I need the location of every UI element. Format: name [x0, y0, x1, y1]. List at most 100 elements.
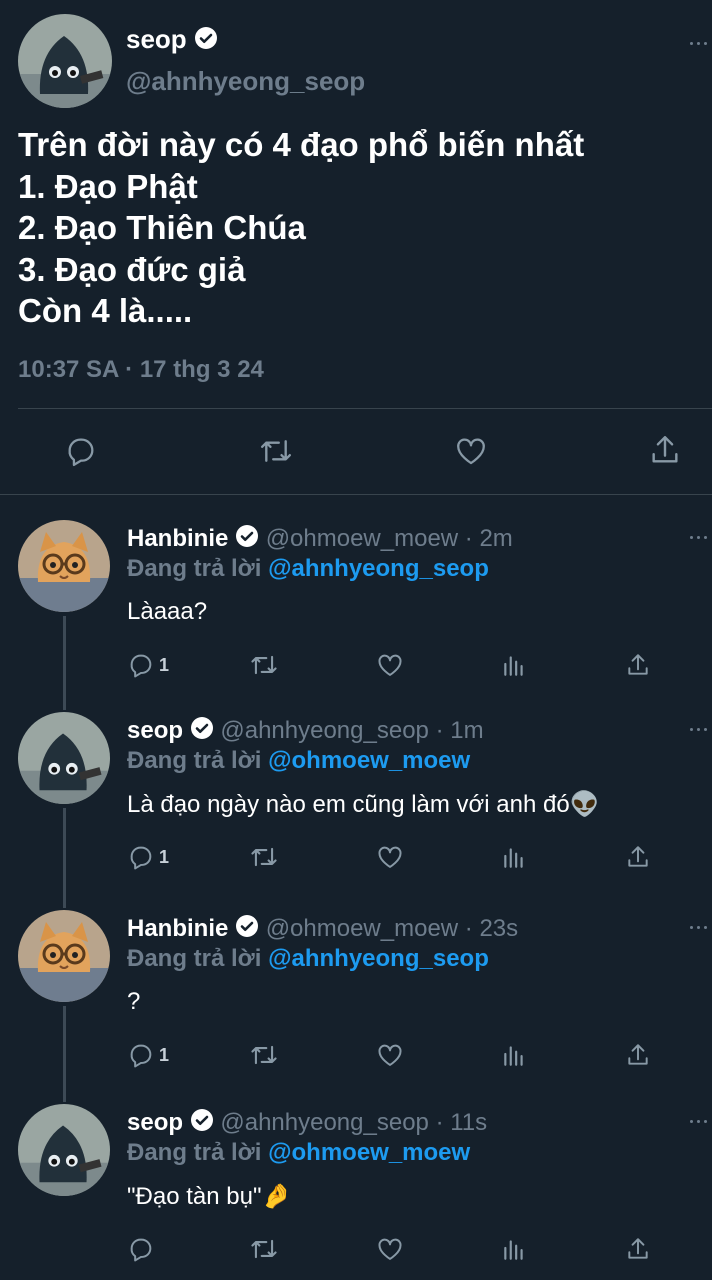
thread-line — [63, 808, 66, 908]
replying-to-label: Đang trả lời — [127, 555, 269, 582]
replying-to-label: Đang trả lời — [127, 945, 269, 972]
bar-chart-icon — [501, 844, 527, 870]
main-author-handle[interactable]: @ahnhyeong_seop — [126, 66, 365, 97]
more-dots-icon[interactable] — [690, 728, 710, 734]
reply-button[interactable]: 1 — [127, 650, 169, 680]
reply-count: 1 — [159, 1044, 170, 1065]
retweet-icon — [260, 440, 292, 462]
reply-text: ? — [127, 988, 141, 1015]
more-dots-icon[interactable] — [690, 1120, 710, 1126]
main-avatar[interactable] — [18, 14, 112, 108]
main-author-name[interactable]: seop — [126, 24, 218, 57]
reply-author-handle: @ahnhyeong_seop · 11s — [220, 1108, 488, 1136]
speech-bubble-icon — [127, 843, 155, 871]
reply-author-line[interactable]: seop @ahnhyeong_seop · 1m — [127, 716, 484, 747]
share-icon — [625, 1235, 651, 1263]
more-dots-icon[interactable] — [690, 926, 710, 932]
thread-line — [63, 616, 66, 710]
heart-icon — [457, 438, 485, 465]
main-tweet-timestamp[interactable]: 10:37 SA · 17 thg 3 24 — [18, 356, 264, 384]
views-button[interactable] — [501, 1234, 527, 1264]
main-author-name-text: seop — [126, 24, 187, 54]
retweet-icon — [249, 1041, 279, 1069]
like-button[interactable] — [375, 650, 405, 680]
like-button[interactable] — [375, 842, 405, 872]
like-button[interactable] — [375, 1234, 405, 1264]
speech-bubble-icon — [127, 1041, 155, 1069]
reply-actions: 1 — [127, 842, 667, 872]
reply-avatar[interactable] — [18, 712, 110, 804]
verified-badge-icon — [190, 1108, 214, 1139]
reply-button[interactable] — [64, 434, 98, 473]
replying-to-line: Đang trả lời @ohmoew_moew — [127, 747, 470, 775]
heart-icon — [375, 1041, 405, 1069]
reply-author-handle: @ohmoew_moew · 23s — [265, 914, 519, 942]
heart-icon — [375, 1235, 405, 1263]
retweet-button[interactable] — [249, 1040, 279, 1070]
reply-text: Là đạo ngày nào em cũng làm với anh đó👽 — [127, 791, 600, 818]
more-dots-icon[interactable] — [690, 42, 710, 48]
reply-actions: 1 — [127, 650, 667, 680]
views-button[interactable] — [501, 842, 527, 872]
reply-author-name: Hanbinie — [127, 914, 229, 942]
replying-to-line: Đang trả lời @ahnhyeong_seop — [127, 945, 489, 973]
views-button[interactable] — [501, 1040, 527, 1070]
reply-actions — [127, 1234, 667, 1264]
share-icon — [625, 651, 651, 679]
verified-badge-icon — [190, 716, 214, 747]
thread-line — [63, 1006, 66, 1102]
reply-author-name: seop — [127, 716, 184, 744]
replying-to-mention[interactable]: @ohmoew_moew — [268, 1139, 470, 1166]
share-button[interactable] — [625, 1234, 651, 1264]
reply-author-line[interactable]: seop @ahnhyeong_seop · 11s — [127, 1108, 487, 1139]
replying-to-mention[interactable]: @ohmoew_moew — [268, 747, 470, 774]
speech-bubble-icon — [127, 651, 155, 679]
reply-button[interactable]: 1 — [127, 842, 169, 872]
heart-icon — [375, 651, 405, 679]
share-button[interactable] — [625, 650, 651, 680]
reply-author-handle: @ahnhyeong_seop · 1m — [220, 716, 484, 744]
share-button[interactable] — [625, 842, 651, 872]
reply-avatar[interactable] — [18, 910, 110, 1002]
more-dots-icon[interactable] — [690, 536, 710, 542]
reply-author-handle: @ohmoew_moew · 2m — [265, 524, 513, 552]
like-button[interactable] — [375, 1040, 405, 1070]
share-button[interactable] — [648, 432, 682, 473]
verified-badge-icon — [235, 524, 259, 555]
reply-author-name: seop — [127, 1108, 184, 1136]
share-icon — [625, 1041, 651, 1069]
retweet-button[interactable] — [249, 842, 279, 872]
replying-to-label: Đang trả lời — [127, 747, 269, 774]
views-button[interactable] — [501, 650, 527, 680]
retweet-button[interactable] — [249, 1234, 279, 1264]
retweet-icon — [249, 651, 279, 679]
reply-author-line[interactable]: Hanbinie @ohmoew_moew · 2m — [127, 524, 513, 555]
replying-to-mention[interactable]: @ahnhyeong_seop — [268, 945, 489, 972]
bar-chart-icon — [501, 1042, 527, 1068]
reply-button[interactable]: 1 — [127, 1040, 169, 1070]
reply-text: "Đạo tàn bụ"🤌 — [127, 1183, 292, 1210]
reply-actions: 1 — [127, 1040, 667, 1070]
replying-to-mention[interactable]: @ahnhyeong_seop — [268, 555, 489, 582]
reply-avatar[interactable] — [18, 1104, 110, 1196]
speech-bubble-icon — [127, 1235, 155, 1263]
reply-text: Làaaa? — [127, 598, 208, 625]
speech-bubble-icon — [68, 438, 94, 467]
like-button[interactable] — [453, 434, 489, 473]
share-button[interactable] — [625, 1040, 651, 1070]
share-icon — [625, 843, 651, 871]
replying-to-label: Đang trả lời — [127, 1139, 269, 1166]
main-tweet-text: Trên đời này có 4 đạo phổ biến nhất 1. Đ… — [18, 126, 585, 329]
share-icon — [652, 436, 678, 463]
retweet-button[interactable] — [258, 434, 294, 473]
replying-to-line: Đang trả lời @ahnhyeong_seop — [127, 555, 489, 583]
reply-count: 1 — [159, 846, 170, 867]
reply-avatar[interactable] — [18, 520, 110, 612]
heart-icon — [375, 843, 405, 871]
retweet-icon — [249, 843, 279, 871]
verified-badge-icon — [194, 26, 218, 57]
reply-author-line[interactable]: Hanbinie @ohmoew_moew · 23s — [127, 914, 518, 945]
retweet-button[interactable] — [249, 650, 279, 680]
reply-author-name: Hanbinie — [127, 524, 229, 552]
reply-button[interactable] — [127, 1234, 159, 1264]
